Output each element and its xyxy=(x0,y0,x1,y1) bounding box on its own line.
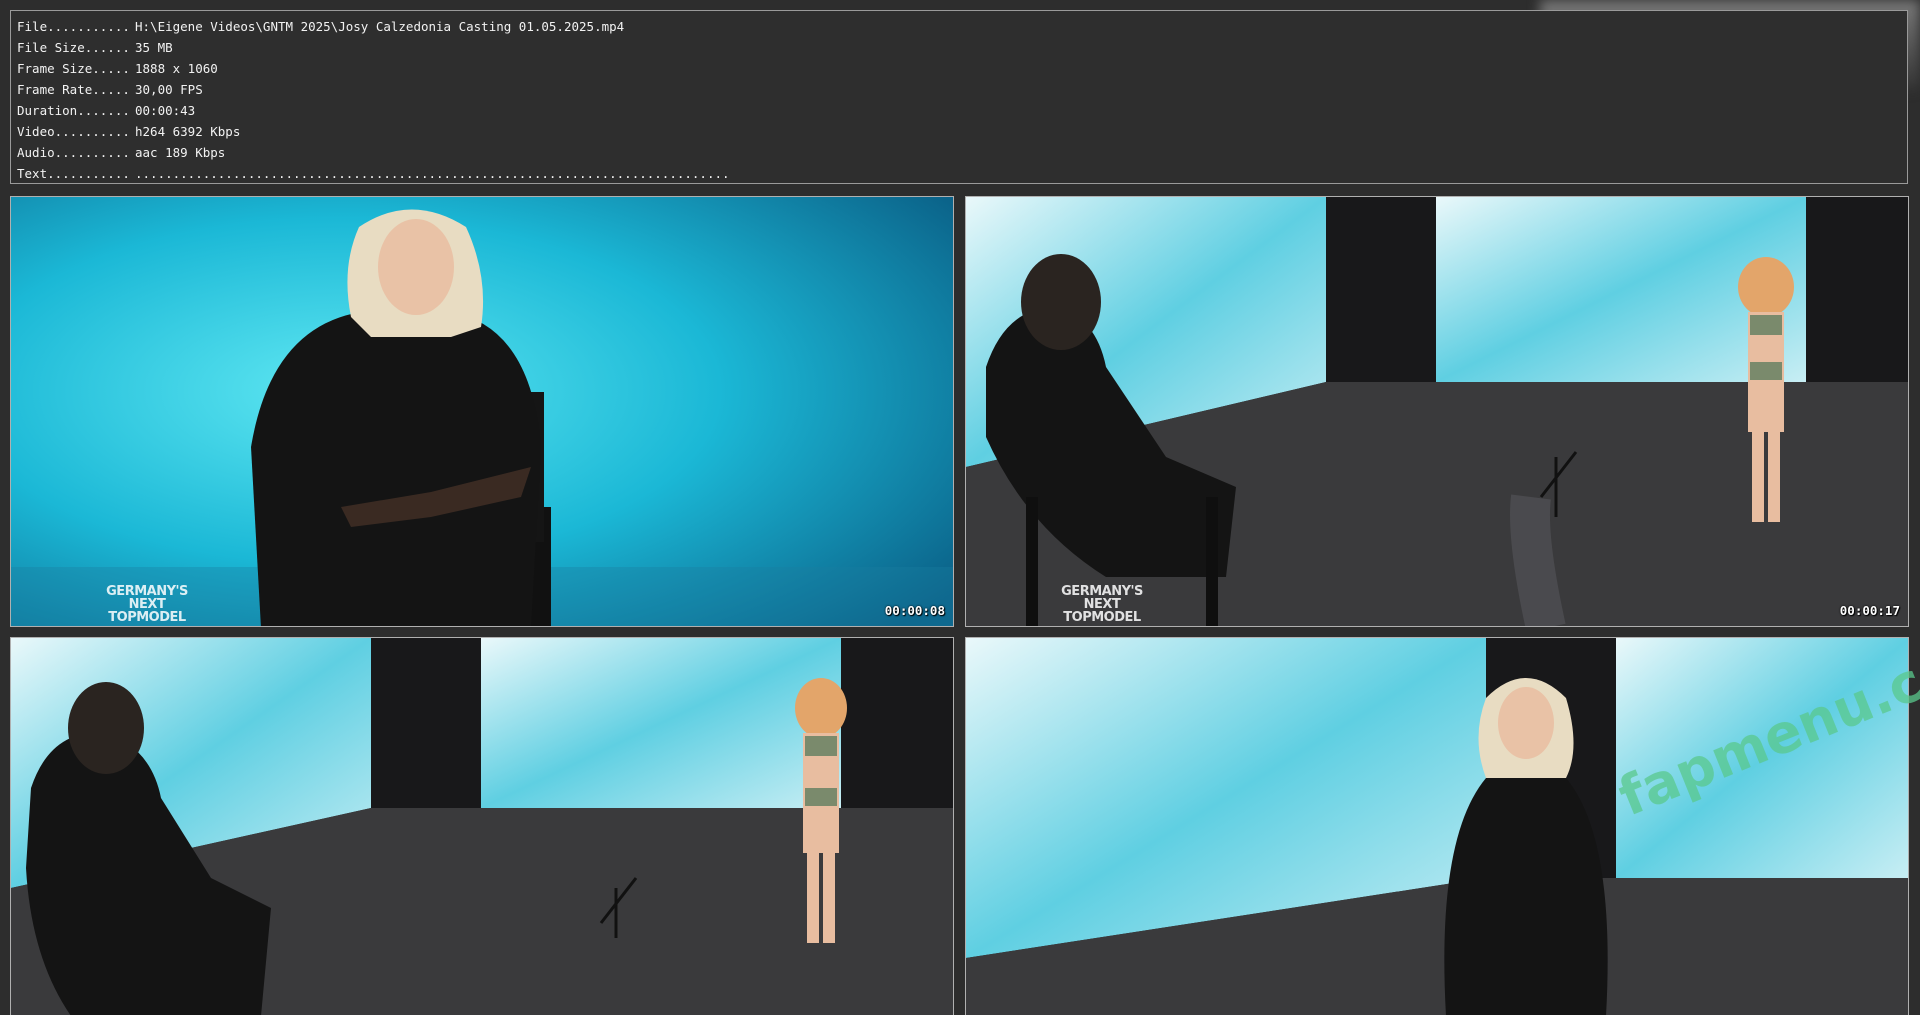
thumbnail-3[interactable] xyxy=(10,637,954,1015)
thumbnail-1-timestamp: 00:00:08 xyxy=(884,603,945,618)
info-row-frame-rate: Frame Rate..... 30,00 FPS xyxy=(17,82,203,97)
info-row-frame-size: Frame Size..... 1888 x 1060 xyxy=(17,61,218,76)
show-logo: GERMANY'S NEXT TOPMODEL xyxy=(1061,584,1143,625)
info-row-file-size: File Size...... 35 MB xyxy=(17,40,173,55)
show-logo: GERMANY'S NEXT TOPMODEL xyxy=(106,584,188,625)
thumbnail-2[interactable]: GERMANY'S NEXT TOPMODEL 00:00:17 xyxy=(965,196,1909,627)
thumbnail-2-timestamp: 00:00:17 xyxy=(1839,603,1900,618)
info-row-video: Video.......... h264 6392 Kbps xyxy=(17,124,241,139)
thumbnail-1-frame xyxy=(11,197,953,626)
thumbnail-1[interactable]: GERMANY'S NEXT TOPMODEL 00:00:08 xyxy=(10,196,954,627)
media-info-panel: File........... H:\Eigene Videos\GNTM 202… xyxy=(10,10,1908,184)
info-row-file: File........... H:\Eigene Videos\GNTM 202… xyxy=(17,19,625,34)
info-row-audio: Audio.......... aac 189 Kbps xyxy=(17,145,226,160)
contact-sheet: File........... H:\Eigene Videos\GNTM 202… xyxy=(0,0,1920,1015)
info-row-text: Text....................................… xyxy=(17,166,730,181)
thumbnail-3-frame xyxy=(11,638,953,1015)
thumbnail-2-frame xyxy=(966,197,1908,626)
thumbnail-4-frame xyxy=(966,638,1908,1015)
info-row-duration: Duration....... 00:00:43 xyxy=(17,103,196,118)
thumbnail-4[interactable] xyxy=(965,637,1909,1015)
